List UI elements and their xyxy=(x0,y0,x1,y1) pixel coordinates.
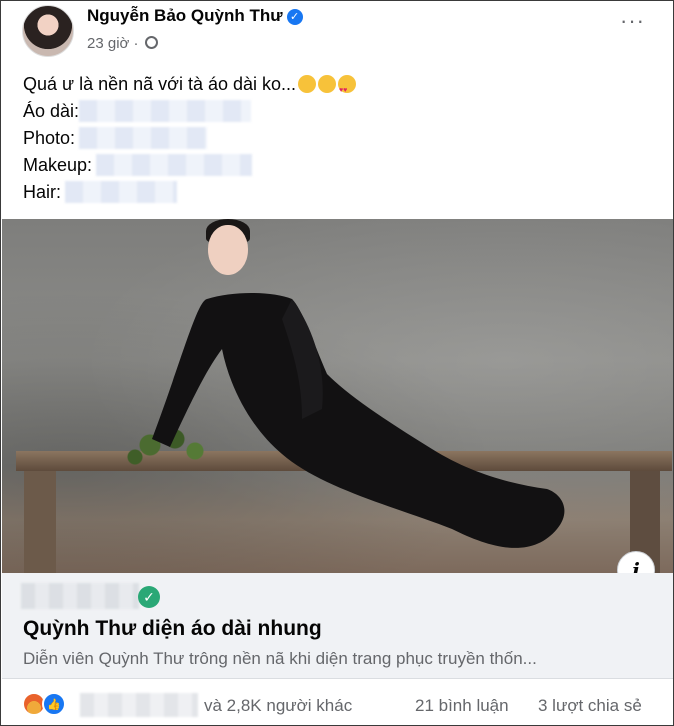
credit-label: Makeup: xyxy=(23,155,93,175)
comment-count[interactable]: 21 bình luận xyxy=(415,696,509,716)
post-engagement-bar: 👍 và 2,8K người khác 21 bình luận 3 lượt… xyxy=(2,683,673,725)
more-options-icon[interactable]: ··· xyxy=(620,10,645,32)
reaction-count[interactable]: và 2,8K người khác xyxy=(204,696,352,716)
blurred-credit xyxy=(96,154,253,176)
verified-source-icon: ✓ xyxy=(138,586,160,608)
post-header: Nguyễn Bảo Quỳnh Thư ✓ 23 giờ · ··· xyxy=(19,3,659,59)
caption-line: Quá ư là nền nã với tà áo dài ko... xyxy=(23,71,357,104)
link-description: Diễn viên Quỳnh Thư trông nền nã khi diệ… xyxy=(23,649,537,668)
blurred-source xyxy=(21,583,139,609)
credit-label: Photo: xyxy=(23,128,76,148)
laughing-emoji-icon xyxy=(298,75,317,93)
smiling-emoji-icon xyxy=(318,75,337,93)
credit-line-makeup: Makeup: xyxy=(23,152,356,179)
like-glyph: 👍 xyxy=(47,699,61,711)
post-meta: 23 giờ · xyxy=(87,35,158,52)
author-name-row: Nguyễn Bảo Quỳnh Thư ✓ xyxy=(87,6,303,26)
credit-label: Áo dài: xyxy=(23,101,80,121)
credit-line-hair: Hair: xyxy=(23,179,356,206)
post-time[interactable]: 23 giờ xyxy=(87,35,129,52)
like-reaction-icon[interactable]: 👍 xyxy=(42,692,66,716)
photo-model-dress xyxy=(152,293,565,548)
facebook-post: Nguyễn Bảo Quỳnh Thư ✓ 23 giờ · ··· Quá ư… xyxy=(0,0,674,726)
heart-eyes-emoji-icon xyxy=(338,75,357,104)
blurred-credit xyxy=(65,181,178,203)
author-avatar[interactable] xyxy=(22,5,74,57)
post-text: Quá ư là nền nã với tà áo dài ko... Áo d… xyxy=(23,71,357,206)
share-count[interactable]: 3 lượt chia sẻ xyxy=(538,696,642,716)
globe-icon xyxy=(144,36,158,49)
link-title[interactable]: Quỳnh Thư diện áo dài nhung xyxy=(23,617,322,641)
post-photo[interactable]: i xyxy=(2,219,673,573)
link-preview-card[interactable]: ✓ Quỳnh Thư diện áo dài nhung Diễn viên … xyxy=(2,573,673,679)
photo-model-face xyxy=(208,225,248,275)
credit-line-ao-dai: Áo dài: xyxy=(23,98,356,125)
blurred-reactor-names xyxy=(80,693,198,717)
credit-label: Hair: xyxy=(23,182,62,202)
caption: Quá ư là nền nã với tà áo dài ko... xyxy=(23,74,297,94)
meta-separator: · xyxy=(133,35,139,52)
verified-badge-icon: ✓ xyxy=(286,9,303,25)
credit-line-photo: Photo: xyxy=(23,125,356,152)
author-name[interactable]: Nguyễn Bảo Quỳnh Thư xyxy=(87,6,283,25)
photo-bench-leg xyxy=(24,471,56,573)
blurred-credit xyxy=(79,100,252,122)
blurred-credit xyxy=(79,127,208,149)
